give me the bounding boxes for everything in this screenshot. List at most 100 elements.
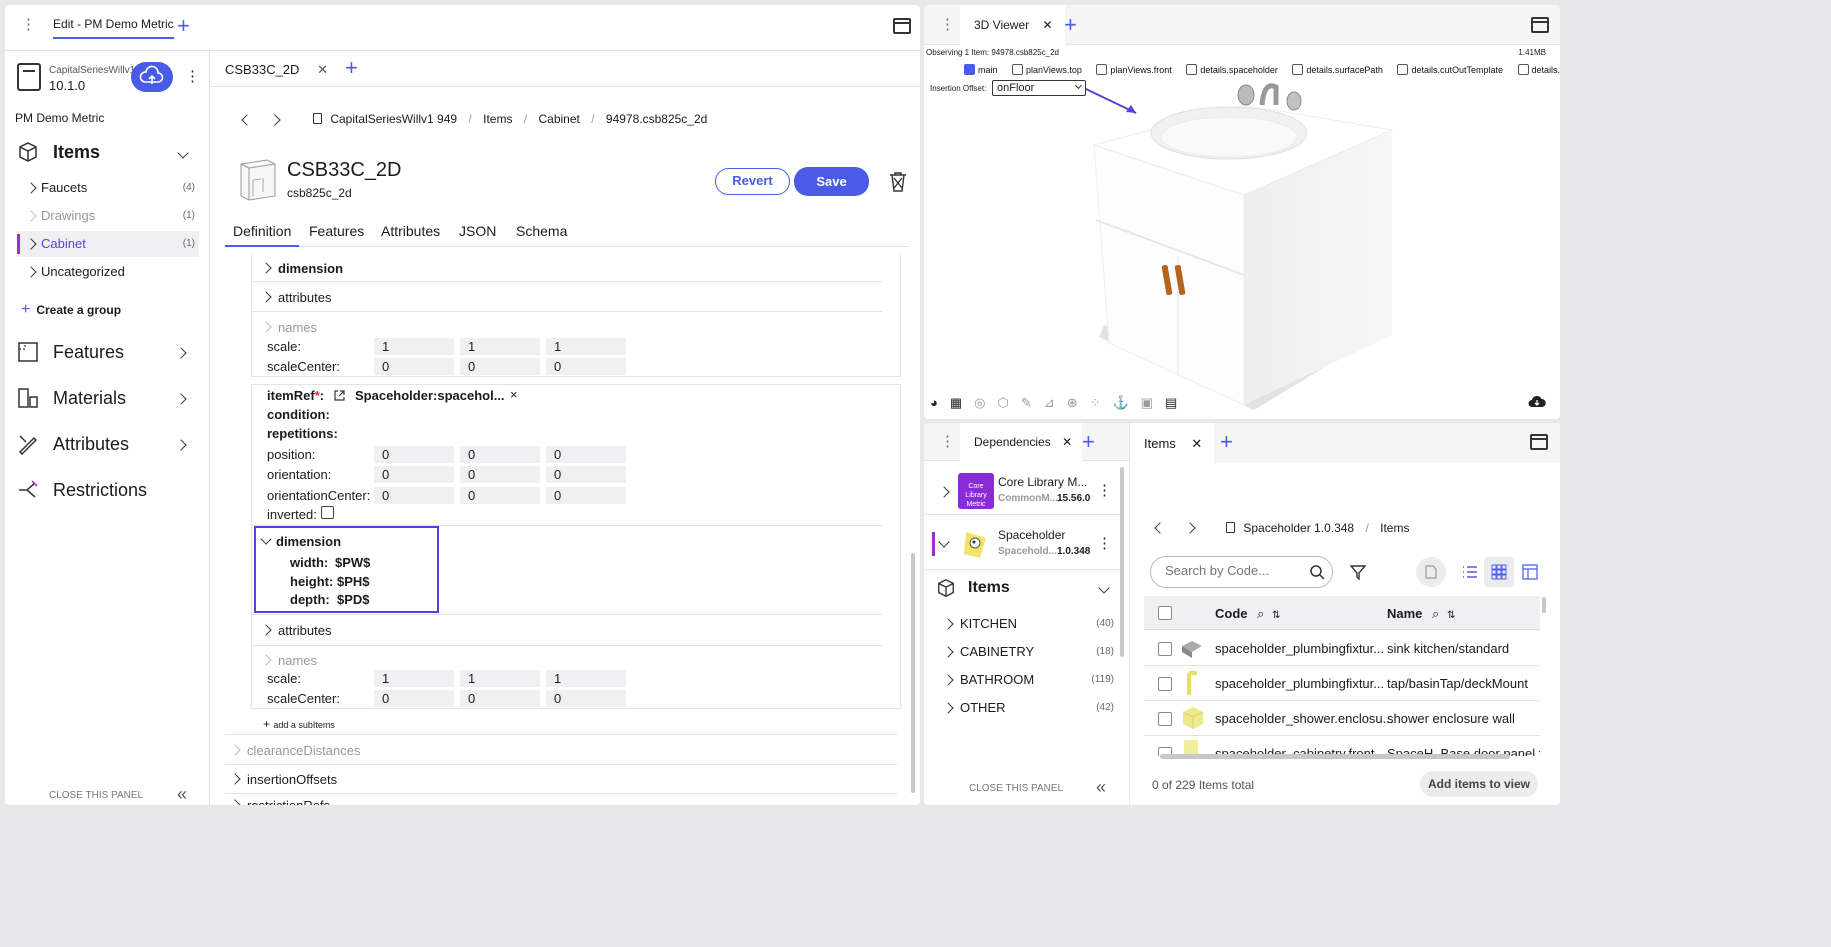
items-collapse-icon[interactable] <box>177 147 189 159</box>
scale-z-input[interactable]: 1 <box>546 338 626 355</box>
sidebar-section-restrictions[interactable]: Restrictions <box>17 479 147 501</box>
height-value[interactable]: $PH$ <box>337 574 370 589</box>
table-row[interactable]: spaceholder_shower.enclosu... shower enc… <box>1144 701 1540 736</box>
items-section-header[interactable]: Items <box>17 141 100 163</box>
toggle-planviews-top[interactable]: planViews.top <box>1012 64 1082 75</box>
breadcrumb-item[interactable]: Spaceholder 1.0.348 <box>1243 521 1354 535</box>
doc-tab[interactable]: CSB33C_2D ✕ <box>225 62 328 78</box>
export-button[interactable] <box>1416 557 1446 587</box>
tab-definition[interactable]: Definition <box>233 223 291 247</box>
scale-center-z-input[interactable]: 0 <box>546 690 626 707</box>
forward-arrow-icon[interactable] <box>269 114 281 126</box>
grid-icon[interactable]: ▦ <box>950 395 962 411</box>
collapse-double-icon[interactable]: « <box>177 784 187 805</box>
column-settings-icon[interactable] <box>1522 564 1538 580</box>
grid-view-button[interactable] <box>1484 557 1514 587</box>
revert-button[interactable]: Revert <box>715 168 790 195</box>
position-x-input[interactable]: 0 <box>374 446 454 463</box>
save-button[interactable]: Save <box>794 167 869 196</box>
row-checkbox[interactable] <box>1158 677 1172 691</box>
sidebar-group-drawings[interactable]: Drawings (1) <box>17 203 199 229</box>
window-menu-icon[interactable]: ⋮ <box>940 434 955 449</box>
table-row[interactable]: spaceholder_plumbingfixtur... tap/basinT… <box>1144 666 1540 701</box>
add-items-button[interactable]: Add items to view <box>1420 771 1538 797</box>
breadcrumb-item[interactable]: CapitalSeriesWillv1 949 <box>330 112 457 126</box>
close-icon[interactable]: ✕ <box>1042 18 1052 32</box>
search-icon[interactable]: ⌕ <box>1432 606 1439 621</box>
vertical-scrollbar[interactable] <box>1542 597 1546 613</box>
item-ref-value[interactable]: Spaceholder:spacehol... <box>355 388 505 403</box>
orientation-center-x-input[interactable]: 0 <box>374 487 454 504</box>
row-checkbox[interactable] <box>1158 712 1172 726</box>
column-code[interactable]: Code ⌕ ⇅ <box>1215 606 1280 622</box>
tree-row-attributes[interactable]: attributes <box>252 282 900 312</box>
orientation-center-y-input[interactable]: 0 <box>460 487 540 504</box>
search-icon[interactable]: ⌕ <box>1257 606 1264 621</box>
image-icon[interactable]: ▣ <box>1141 395 1153 411</box>
sort-icon[interactable]: ⇅ <box>1447 610 1455 621</box>
sidebar-section-features[interactable]: Features <box>17 341 124 363</box>
filter-icon[interactable] <box>1350 564 1366 580</box>
collapse-double-icon[interactable]: « <box>1096 777 1106 798</box>
orientation-z-input[interactable]: 0 <box>546 466 626 483</box>
close-icon[interactable]: ✕ <box>317 62 328 77</box>
toggle-planviews-front[interactable]: planViews.front <box>1096 64 1172 75</box>
layout-icon[interactable] <box>1530 434 1548 450</box>
dots-grid-icon[interactable]: ⁘ <box>1090 395 1101 411</box>
items-tab[interactable]: Items ✕ <box>1130 423 1215 463</box>
dependency-group-other[interactable]: OTHER (42) <box>936 695 1114 721</box>
tab-features[interactable]: Features <box>309 223 364 239</box>
back-arrow-icon[interactable] <box>1154 522 1166 534</box>
trash-icon[interactable] <box>887 171 909 193</box>
add-viewer-tab-icon[interactable]: + <box>1064 14 1077 36</box>
layout-icon[interactable] <box>893 18 911 34</box>
tab-json[interactable]: JSON <box>459 223 496 239</box>
position-z-input[interactable]: 0 <box>546 446 626 463</box>
breadcrumb-item[interactable]: Items <box>483 112 512 126</box>
tab-schema[interactable]: Schema <box>516 223 567 239</box>
sidebar-section-materials[interactable]: Materials <box>17 387 126 409</box>
library-item-spaceholder[interactable]: Spaceholder Spacehold... 1.0.348 ⋮ <box>924 520 1120 570</box>
anchor-icon[interactable]: ⚓ <box>1112 395 1128 411</box>
breadcrumb-item[interactable]: Items <box>1380 521 1409 535</box>
toggle-details-surfacepath[interactable]: details.surfacePath <box>1292 64 1383 75</box>
palette-icon[interactable]: ◕ <box>930 395 938 411</box>
add-subitems-button[interactable]: + add a subItems <box>263 717 335 731</box>
cloud-download-icon[interactable] <box>1528 395 1546 409</box>
cabinet-3d-model[interactable] <box>1074 75 1404 419</box>
toggle-main[interactable]: main <box>964 64 998 75</box>
toggle-details-bottomlinearpath[interactable]: details.bottomLinearPath <box>1517 64 1560 75</box>
tree-row-dimension[interactable]: dimension <box>252 253 900 283</box>
add-tab-icon[interactable]: + <box>1220 431 1233 453</box>
orientation-x-input[interactable]: 0 <box>374 466 454 483</box>
dependency-group-cabinetry[interactable]: CABINETRY (18) <box>936 639 1114 665</box>
window-menu-icon[interactable]: ⋮ <box>21 17 36 32</box>
inverted-checkbox[interactable] <box>321 506 334 519</box>
add-tab-icon[interactable]: + <box>1082 431 1095 453</box>
close-panel-button[interactable]: CLOSE THIS PANEL <box>969 783 1063 794</box>
column-name[interactable]: Name ⌕ ⇅ <box>1387 606 1455 622</box>
create-group-button[interactable]: + Create a group <box>21 301 121 319</box>
back-arrow-icon[interactable] <box>241 114 253 126</box>
sort-icon[interactable]: ⇅ <box>1272 610 1280 621</box>
sidebar-group-cabinet[interactable]: Cabinet (1) <box>17 231 199 257</box>
width-value[interactable]: $PW$ <box>335 555 370 570</box>
scale-center-y-input[interactable]: 0 <box>460 358 540 375</box>
toggle-details-cutouttemplate[interactable]: details.cutOutTemplate <box>1397 64 1503 75</box>
dependency-group-kitchen[interactable]: KITCHEN (40) <box>936 611 1114 637</box>
forward-arrow-icon[interactable] <box>1184 522 1196 534</box>
window-menu-icon[interactable]: ⋮ <box>940 17 955 32</box>
tree-row-clearance-distances[interactable]: clearanceDistances <box>225 736 901 764</box>
close-icon[interactable]: ✕ <box>1191 436 1202 451</box>
scale-x-input[interactable]: 1 <box>374 338 454 355</box>
layout-icon[interactable] <box>1531 17 1549 33</box>
scale-center-z-input[interactable]: 0 <box>546 358 626 375</box>
tree-row-insertion-offsets[interactable]: insertionOffsets <box>225 765 901 793</box>
horizontal-scrollbar[interactable] <box>1160 754 1510 759</box>
toggle-details-spaceholder[interactable]: details.spaceholder <box>1186 64 1278 75</box>
crosshair-icon[interactable]: ⊕ <box>1067 395 1078 411</box>
library-menu-icon[interactable]: ⋮ <box>1097 536 1112 551</box>
project-menu-icon[interactable]: ⋮ <box>185 69 200 84</box>
position-y-input[interactable]: 0 <box>460 446 540 463</box>
compass-icon[interactable]: ◎ <box>974 395 985 411</box>
